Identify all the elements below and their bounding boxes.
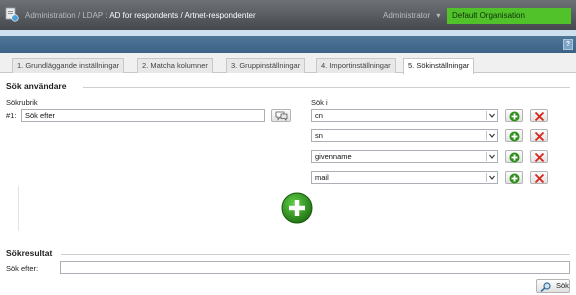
tab-import-settings[interactable]: 4. Importinställningar — [316, 58, 396, 73]
remove-field-button[interactable] — [530, 109, 548, 122]
close-icon — [534, 131, 545, 142]
add-field-button[interactable] — [505, 109, 523, 122]
search-field-select[interactable]: mail — [311, 171, 498, 184]
close-icon — [534, 152, 545, 163]
organisation-selector[interactable]: Default Organisation — [447, 8, 571, 24]
section-divider — [61, 254, 570, 255]
toolbar-strip — [0, 36, 576, 53]
chevron-down-icon — [486, 131, 496, 140]
search-users-heading: Sök användare — [6, 81, 67, 91]
search-button-label: Sök — [556, 281, 569, 290]
chevron-down-icon: ▾ — [436, 11, 441, 20]
chevron-down-icon — [486, 173, 496, 182]
select-value: givenname — [315, 152, 352, 161]
user-menu-label: Administrator — [383, 11, 431, 20]
search-for-input[interactable] — [60, 261, 570, 274]
add-field-button[interactable] — [505, 171, 523, 184]
search-in-label: Sök i — [311, 98, 328, 107]
search-for-label: Sök efter: — [6, 264, 39, 273]
select-value: cn — [315, 111, 323, 120]
plus-circle-icon — [509, 173, 520, 184]
app-icon — [5, 7, 19, 22]
row-number: #1: — [6, 111, 17, 120]
search-field-select[interactable]: givenname — [311, 150, 498, 163]
chevron-down-icon — [486, 152, 496, 161]
select-value: sn — [315, 131, 323, 140]
add-field-button[interactable] — [505, 150, 523, 163]
plus-circle-icon — [509, 152, 520, 163]
select-value: mail — [315, 173, 329, 182]
help-icon[interactable]: ? — [563, 39, 573, 50]
tab-match-columns[interactable]: 2. Matcha kolumner — [137, 58, 213, 73]
close-icon — [534, 111, 545, 122]
row-guide-line — [18, 186, 19, 231]
breadcrumb-prefix[interactable]: Administration / LDAP : — [25, 11, 109, 20]
tab-basic-settings[interactable]: 1. Grundläggande inställningar — [12, 58, 125, 73]
plus-circle-icon — [509, 111, 520, 122]
title-bar: Administration / LDAP : AD for responden… — [0, 0, 576, 30]
breadcrumb-current: AD for respondents / Artnet-respondenter — [109, 11, 256, 20]
search-button[interactable]: Sök — [536, 279, 570, 293]
add-search-rubric-button[interactable] — [281, 192, 313, 224]
close-icon — [534, 173, 545, 184]
edit-translations-button[interactable] — [271, 109, 291, 122]
search-field-select[interactable]: cn — [311, 109, 498, 122]
add-field-button[interactable] — [505, 129, 523, 142]
remove-field-button[interactable] — [530, 150, 548, 163]
tab-search-settings[interactable]: 5. Sökinställningar — [403, 58, 475, 74]
remove-field-button[interactable] — [530, 171, 548, 184]
search-icon — [540, 282, 551, 292]
search-rubric-input[interactable]: Sök efter — [21, 109, 265, 122]
breadcrumb: Administration / LDAP : AD for responden… — [25, 11, 256, 20]
section-divider — [83, 87, 570, 88]
remove-field-button[interactable] — [530, 129, 548, 142]
user-menu[interactable]: Administrator ▾ — [383, 11, 440, 20]
plus-circle-icon — [509, 131, 520, 142]
results-heading: Sökresultat — [6, 248, 53, 258]
tab-group-settings[interactable]: 3. Gruppinställningar — [226, 58, 306, 73]
search-field-select[interactable]: sn — [311, 129, 498, 142]
chevron-down-icon — [486, 111, 496, 120]
speech-bubble-icon — [275, 111, 288, 121]
rubric-label: Sökrubrik — [6, 98, 38, 107]
